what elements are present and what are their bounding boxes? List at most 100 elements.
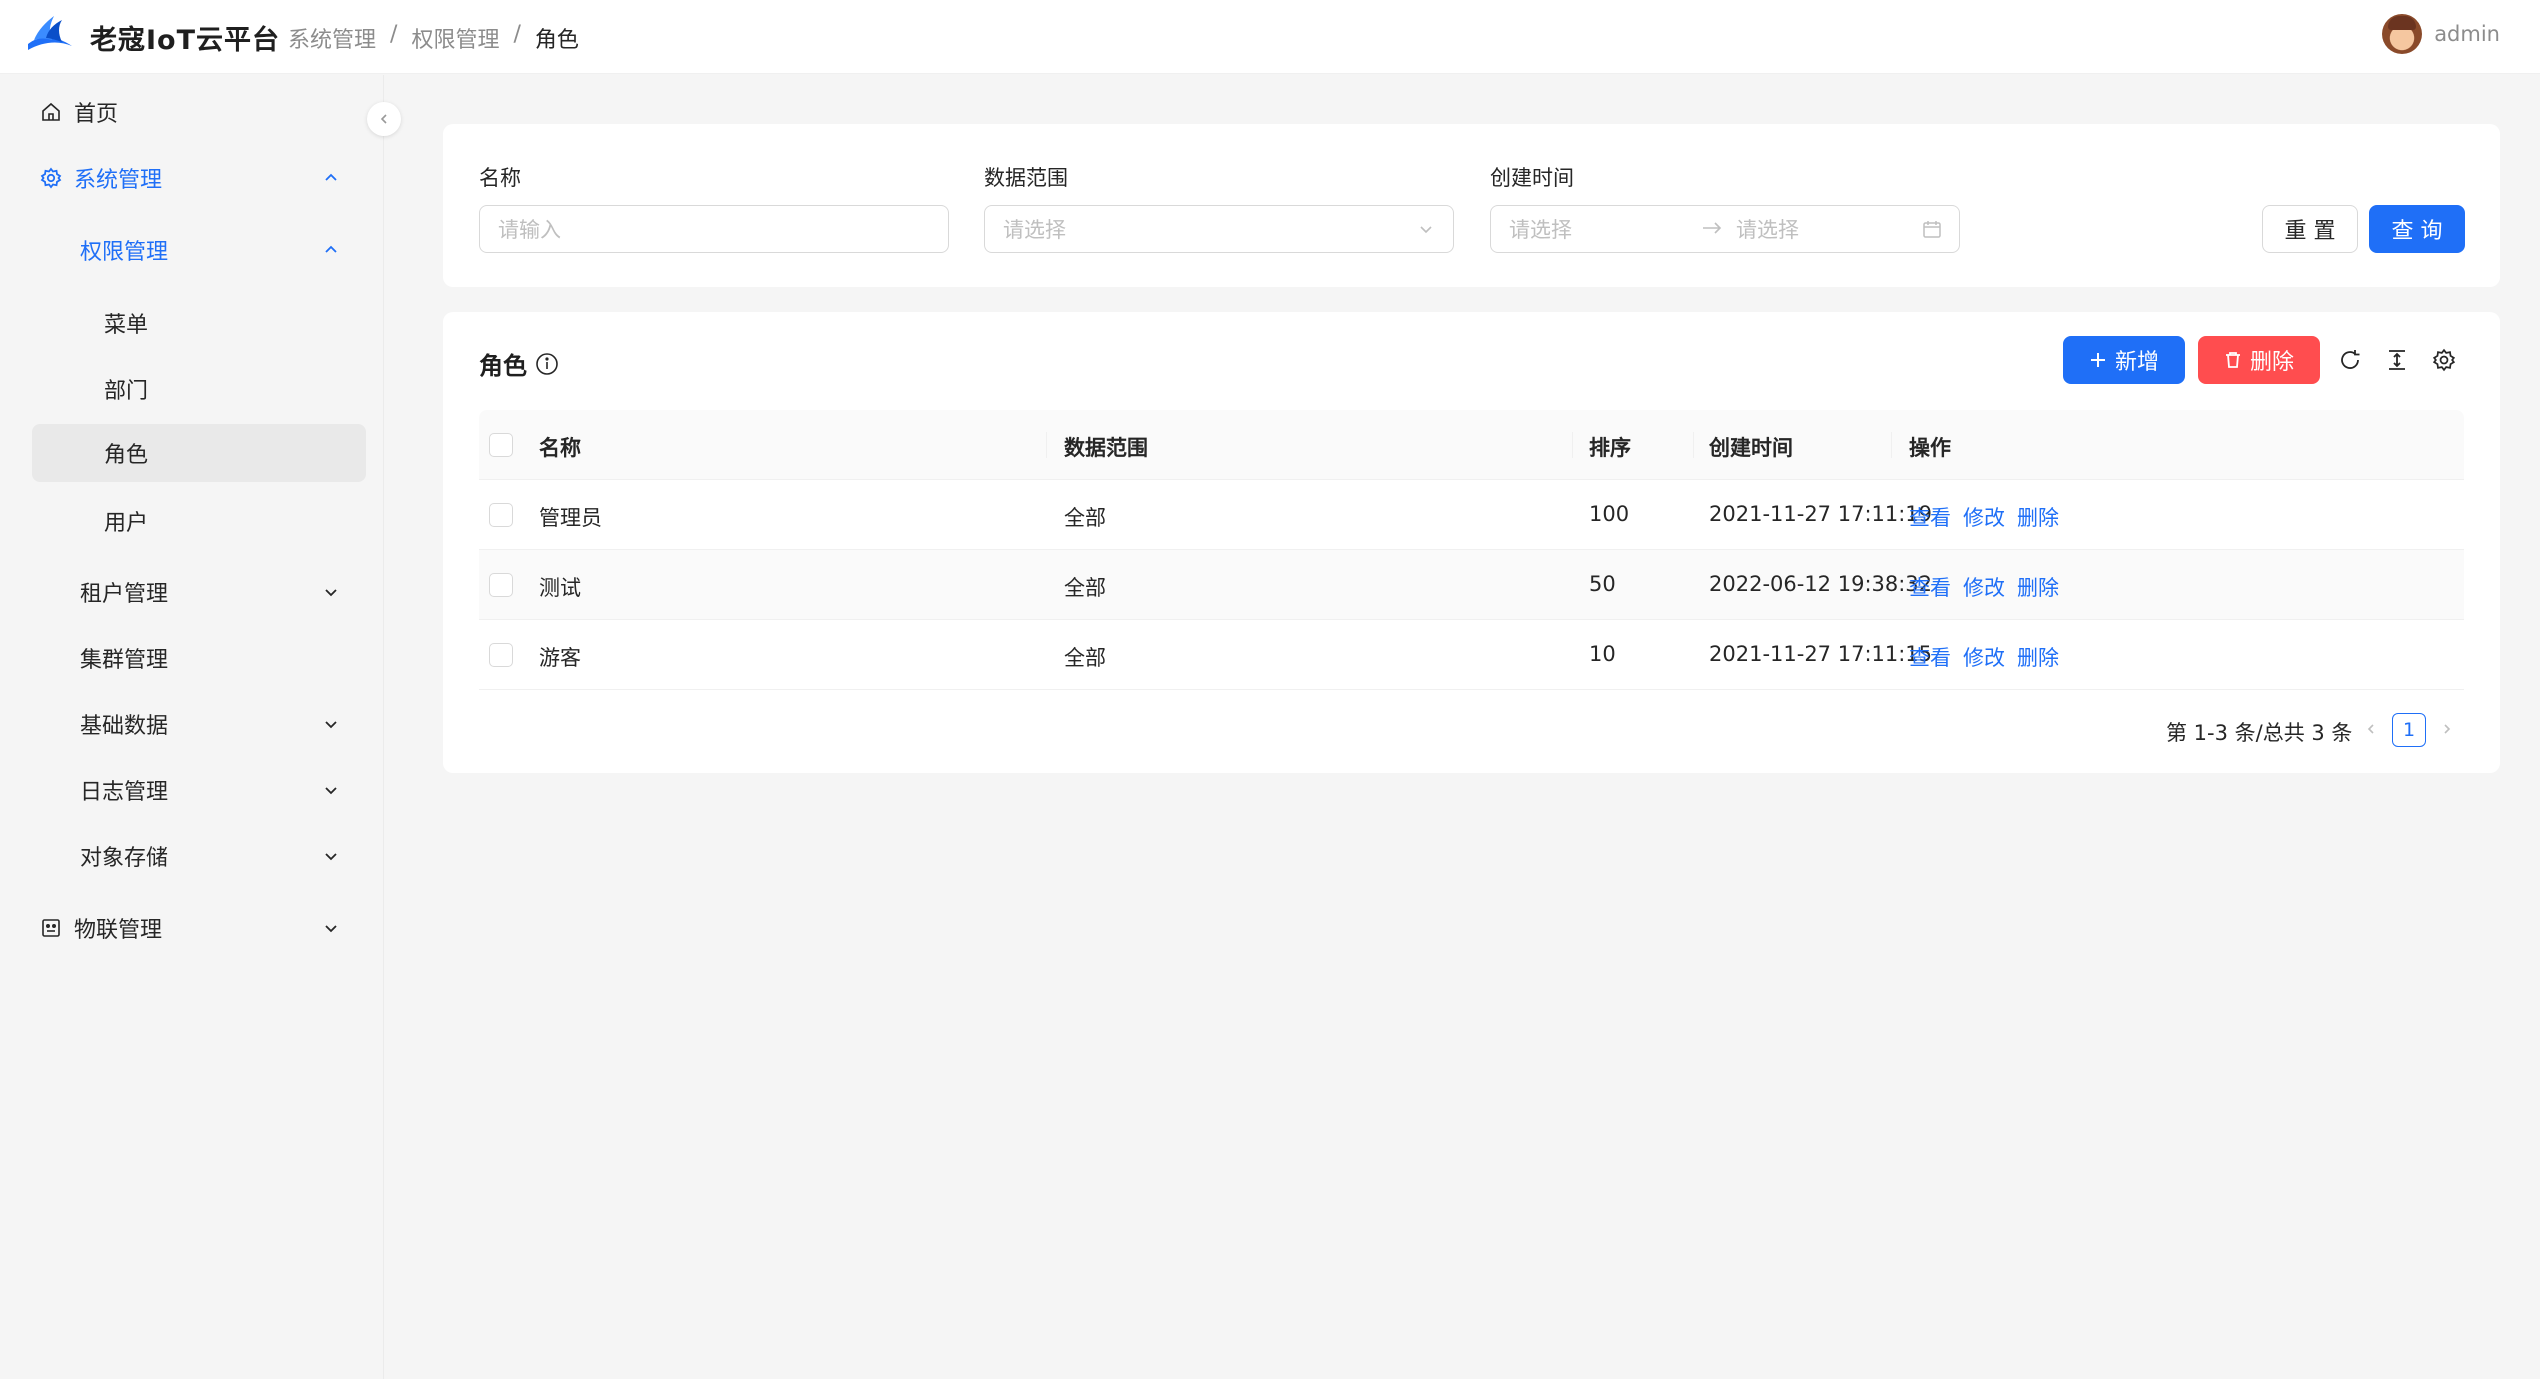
top-header: 老寇IoT云平台 系统管理 / 权限管理 / 角色 admin (0, 0, 2540, 74)
robot-icon (38, 915, 64, 941)
column-header-created[interactable]: 创建时间 (1709, 432, 1793, 462)
add-button-label: 新增 (2114, 350, 2159, 375)
time-end-placeholder[interactable]: 请选择 (1736, 214, 1799, 244)
cell-created: 2022-06-12 19:38:32 (1709, 572, 1933, 596)
row-checkbox[interactable] (489, 643, 513, 667)
cell-created: 2021-11-27 17:11:15 (1709, 642, 1933, 666)
table-row: 管理员 全部 100 2021-11-27 17:11:19 查看 修改 删除 (479, 480, 2464, 550)
delete-link[interactable]: 删除 (2017, 572, 2059, 602)
sidebar-item-user[interactable]: 用户 (0, 492, 384, 550)
row-checkbox[interactable] (489, 573, 513, 597)
cell-sort: 50 (1589, 572, 1616, 596)
sidebar-item-label: 集群管理 (80, 648, 169, 673)
arrow-right-icon (1701, 218, 1723, 243)
sidebar-item-home[interactable]: 首页 (0, 83, 384, 141)
query-button[interactable]: 查 询 (2369, 205, 2465, 253)
cell-scope: 全部 (1064, 646, 1106, 670)
setting-icon[interactable] (2430, 346, 2458, 374)
avatar[interactable] (2382, 14, 2423, 54)
breadcrumb-item-system[interactable]: 系统管理 (288, 22, 376, 54)
column-divider (1693, 432, 1694, 458)
table-header: 名称 数据范围 排序 创建时间 操作 (479, 410, 2464, 480)
sidebar-item-tenant[interactable]: 租户管理 (0, 563, 384, 621)
sidebar-item-label: 日志管理 (80, 780, 169, 805)
column-header-actions: 操作 (1909, 436, 1951, 460)
column-header-name[interactable]: 名称 (539, 432, 581, 462)
sidebar-item-basic-data[interactable]: 基础数据 (0, 695, 384, 753)
time-range-picker[interactable]: 请选择 请选择 (1490, 205, 1960, 253)
sidebar-item-cluster[interactable]: 集群管理 (0, 629, 384, 687)
scope-select[interactable]: 请选择 (984, 205, 1454, 253)
sidebar-item-storage[interactable]: 对象存储 (0, 827, 384, 885)
edit-link[interactable]: 修改 (1963, 642, 2005, 672)
sidebar-item-role[interactable]: 角色 (32, 424, 366, 482)
column-divider (1046, 432, 1047, 458)
home-icon (38, 99, 64, 125)
chevron-down-icon (320, 779, 342, 801)
column-height-icon[interactable] (2383, 346, 2411, 374)
cell-scope: 全部 (1064, 506, 1106, 530)
chevron-up-icon (320, 239, 342, 261)
sidebar-item-label: 角色 (104, 443, 149, 468)
name-label: 名称 (479, 166, 521, 190)
reset-button[interactable]: 重 置 (2262, 205, 2358, 253)
sidebar-item-department[interactable]: 部门 (0, 360, 384, 418)
gear-icon (38, 165, 64, 191)
logo-icon[interactable] (24, 14, 76, 56)
table-row: 游客 全部 10 2021-11-27 17:11:15 查看 修改 删除 (479, 620, 2464, 690)
sidebar-item-label: 物联管理 (74, 918, 163, 943)
sidebar-item-label: 权限管理 (80, 240, 169, 265)
view-link[interactable]: 查看 (1909, 502, 1951, 532)
cell-name: 管理员 (539, 506, 602, 530)
edit-link[interactable]: 修改 (1963, 572, 2005, 602)
breadcrumb-item-permission[interactable]: 权限管理 (411, 22, 499, 54)
sidebar-item-log[interactable]: 日志管理 (0, 761, 384, 819)
chevron-left-icon (380, 114, 387, 124)
name-input[interactable]: 请输入 (479, 205, 949, 253)
sidebar-item-permission[interactable]: 权限管理 (0, 221, 384, 279)
view-link[interactable]: 查看 (1909, 572, 1951, 602)
chevron-up-icon (320, 167, 342, 189)
sidebar-item-label: 基础数据 (80, 714, 169, 739)
add-button[interactable]: 新增 (2063, 336, 2185, 384)
column-divider (1891, 432, 1892, 458)
time-label: 创建时间 (1490, 166, 1574, 190)
username[interactable]: admin (2434, 22, 2500, 46)
sidebar-collapse-button[interactable] (367, 102, 401, 136)
select-all-checkbox[interactable] (489, 433, 513, 457)
view-link[interactable]: 查看 (1909, 642, 1951, 672)
reload-icon[interactable] (2336, 346, 2364, 374)
table-title-text: 角色 (479, 352, 527, 380)
plus-icon (2090, 353, 2105, 367)
page-1-button[interactable]: 1 (2392, 713, 2426, 747)
sidebar-item-label: 对象存储 (80, 846, 169, 871)
breadcrumb-separator: / (390, 22, 398, 47)
sidebar-item-iot[interactable]: 物联管理 (0, 899, 384, 957)
sidebar-item-system[interactable]: 系统管理 (0, 149, 384, 207)
column-header-scope[interactable]: 数据范围 (1064, 432, 1148, 462)
cell-name: 测试 (539, 576, 581, 600)
scope-label: 数据范围 (984, 166, 1068, 190)
time-start-placeholder[interactable]: 请选择 (1509, 214, 1572, 244)
next-page-icon[interactable] (2434, 716, 2460, 742)
edit-link[interactable]: 修改 (1963, 502, 2005, 532)
table-title: 角色 (479, 346, 559, 381)
batch-delete-button[interactable]: 删除 (2198, 336, 2320, 384)
chevron-down-icon (320, 845, 342, 867)
cell-name: 游客 (539, 646, 581, 670)
breadcrumb: 系统管理 / 权限管理 / 角色 (288, 22, 579, 54)
column-header-sort[interactable]: 排序 (1589, 432, 1631, 462)
row-checkbox[interactable] (489, 503, 513, 527)
pagination-summary: 第 1-3 条/总共 3 条 (2166, 721, 2353, 745)
sidebar-item-menu[interactable]: 菜单 (0, 294, 384, 352)
sidebar-item-label: 用户 (104, 511, 149, 536)
prev-page-icon[interactable] (2358, 716, 2384, 742)
name-placeholder: 请输入 (498, 218, 561, 242)
delete-link[interactable]: 删除 (2017, 642, 2059, 672)
column-divider (1572, 432, 1573, 458)
breadcrumb-item-role: 角色 (534, 28, 579, 53)
delete-link[interactable]: 删除 (2017, 502, 2059, 532)
sidebar-item-label: 系统管理 (74, 168, 163, 193)
user-menu[interactable]: admin (2382, 14, 2500, 54)
info-circle-icon[interactable] (535, 352, 559, 376)
